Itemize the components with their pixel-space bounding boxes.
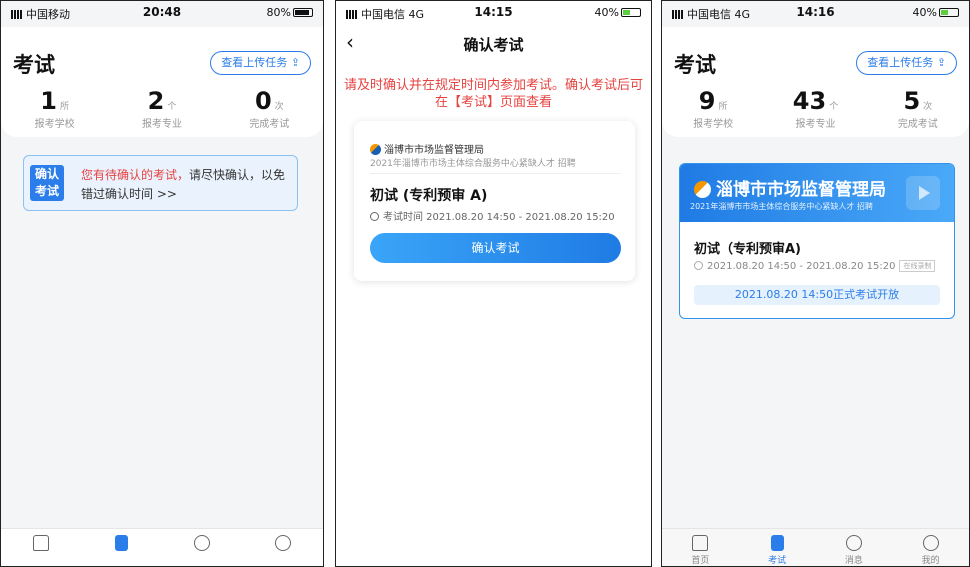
tab-message[interactable]: 消息	[816, 529, 893, 566]
exam-name: 初试（专利预审A)	[694, 242, 802, 257]
exam-screen-confirmed: 中国电信 4G 14:16 40% 考试 查看上传任务 ⇪ 9所 报考学校 43…	[661, 0, 970, 567]
battery-icon	[293, 8, 313, 17]
nav-bar: ‹ 确认考试	[336, 29, 651, 59]
stat-schools: 9所 报考学校	[693, 87, 734, 130]
battery-icon	[621, 8, 641, 17]
confirm-exam-button[interactable]: 确认考试	[370, 233, 621, 263]
status-bar: 中国电信 4G 14:15 40%	[336, 1, 651, 23]
battery: 40%	[913, 6, 959, 19]
exam-header: 考试 查看上传任务 ⇪ 9所 报考学校 43 个 报考专业 5次 完成考试	[662, 27, 969, 137]
exam-header: 考试 查看上传任务 ⇪ 1所 报考学校 2个 报考专业 0次 完成考试	[1, 27, 323, 137]
stat-majors: 2个 报考专业	[141, 87, 182, 130]
pending-confirm-notice[interactable]: 确认 考试 您有待确认的考试，请尽快确认，以免错过确认时间 >>	[23, 155, 298, 211]
page-title: 考试	[13, 53, 55, 77]
confirm-tip: 请及时确认并在规定时间内参加考试。确认考试后可在【考试】页面查看	[343, 78, 643, 110]
org-logo-icon	[694, 181, 711, 198]
stats-row: 9所 报考学校 43 个 报考专业 5次 完成考试	[662, 87, 969, 130]
exam-card: 淄博市市场监督管理局 2021年淄博市市场主体综合服务中心紧缺人才 招聘 初试 …	[354, 121, 635, 281]
exam-open-time: 2021.08.20 14:50正式考试开放	[694, 285, 940, 305]
divider	[370, 173, 621, 174]
stat-majors: 43 个 报考专业	[792, 87, 839, 130]
home-icon	[692, 535, 709, 551]
exam-card[interactable]: 淄博市市场监督管理局 2021年淄博市市场主体综合服务中心紧缺人才 招聘 初试（…	[679, 163, 955, 319]
upload-tasks-button[interactable]: 查看上传任务 ⇪	[856, 51, 957, 75]
notice-text: 您有待确认的考试，请尽快确认，以免错过确认时间 >>	[81, 168, 286, 201]
exam-time: 2021.08.20 14:50 - 2021.08.20 15:20 在线录制	[694, 260, 936, 272]
org-logo-icon	[370, 144, 381, 155]
stat-completed: 5次 完成考试	[897, 87, 938, 130]
exam-time: 考试时间 2021.08.20 14:50 - 2021.08.20 15:20	[370, 208, 615, 223]
org-name: 淄博市市场监督管理局	[370, 141, 484, 156]
recruitment-subtitle: 2021年淄博市市场主体综合服务中心紧缺人才 招聘	[690, 202, 873, 211]
exam-icon	[115, 535, 129, 551]
tab-exam[interactable]: 考试	[82, 529, 163, 566]
recruitment-subtitle: 2021年淄博市市场主体综合服务中心紧缺人才 招聘	[370, 159, 576, 169]
clock-icon	[694, 261, 703, 270]
tab-home[interactable]: 首页	[1, 529, 82, 566]
message-icon	[194, 535, 211, 551]
upload-icon: ⇪	[936, 56, 946, 69]
profile-icon	[922, 535, 939, 551]
exam-screen-pending: 中国移动 20:48 80% 考试 查看上传任务 ⇪ 1所 报考学校 2个 报考…	[0, 0, 324, 567]
tab-exam[interactable]: 考试	[739, 529, 816, 566]
stat-completed: 0次 完成考试	[249, 87, 290, 130]
tab-profile[interactable]: 我的	[243, 529, 324, 566]
stat-schools: 1所 报考学校	[34, 87, 75, 130]
page-title: 考试	[674, 53, 716, 77]
battery: 80%	[267, 6, 313, 19]
exam-name: 初试 (专利预审 A)	[370, 188, 488, 204]
message-icon	[845, 535, 862, 551]
exam-icon	[770, 535, 784, 551]
page-title: 确认考试	[463, 36, 524, 54]
upload-icon: ⇪	[290, 56, 300, 69]
online-recording-tag: 在线录制	[899, 260, 936, 272]
upload-tasks-button[interactable]: 查看上传任务 ⇪	[210, 51, 311, 75]
confirm-exam-badge: 确认 考试	[30, 165, 64, 201]
home-icon	[33, 535, 50, 551]
tab-home[interactable]: 首页	[662, 529, 739, 566]
org-name: 淄博市市场监督管理局	[694, 175, 886, 200]
exam-card-header: 淄博市市场监督管理局 2021年淄博市市场主体综合服务中心紧缺人才 招聘	[680, 164, 954, 222]
status-bar: 中国电信 4G 14:16 40%	[662, 1, 969, 23]
confirm-exam-screen: 中国电信 4G 14:15 40% ‹ 确认考试 请及时确认并在规定时间内参加考…	[335, 0, 652, 567]
tab-bar: 首页 考试 消息 我的	[662, 528, 969, 566]
profile-icon	[274, 535, 291, 551]
tab-bar: 首页 考试 消息 我的	[1, 528, 323, 566]
battery: 40%	[595, 6, 641, 19]
clock-icon	[370, 212, 379, 221]
status-bar: 中国移动 20:48 80%	[1, 1, 323, 23]
play-icon	[906, 176, 940, 210]
tab-message[interactable]: 消息	[162, 529, 243, 566]
battery-icon	[939, 8, 959, 17]
stats-row: 1所 报考学校 2个 报考专业 0次 完成考试	[1, 87, 323, 130]
tab-profile[interactable]: 我的	[892, 529, 969, 566]
